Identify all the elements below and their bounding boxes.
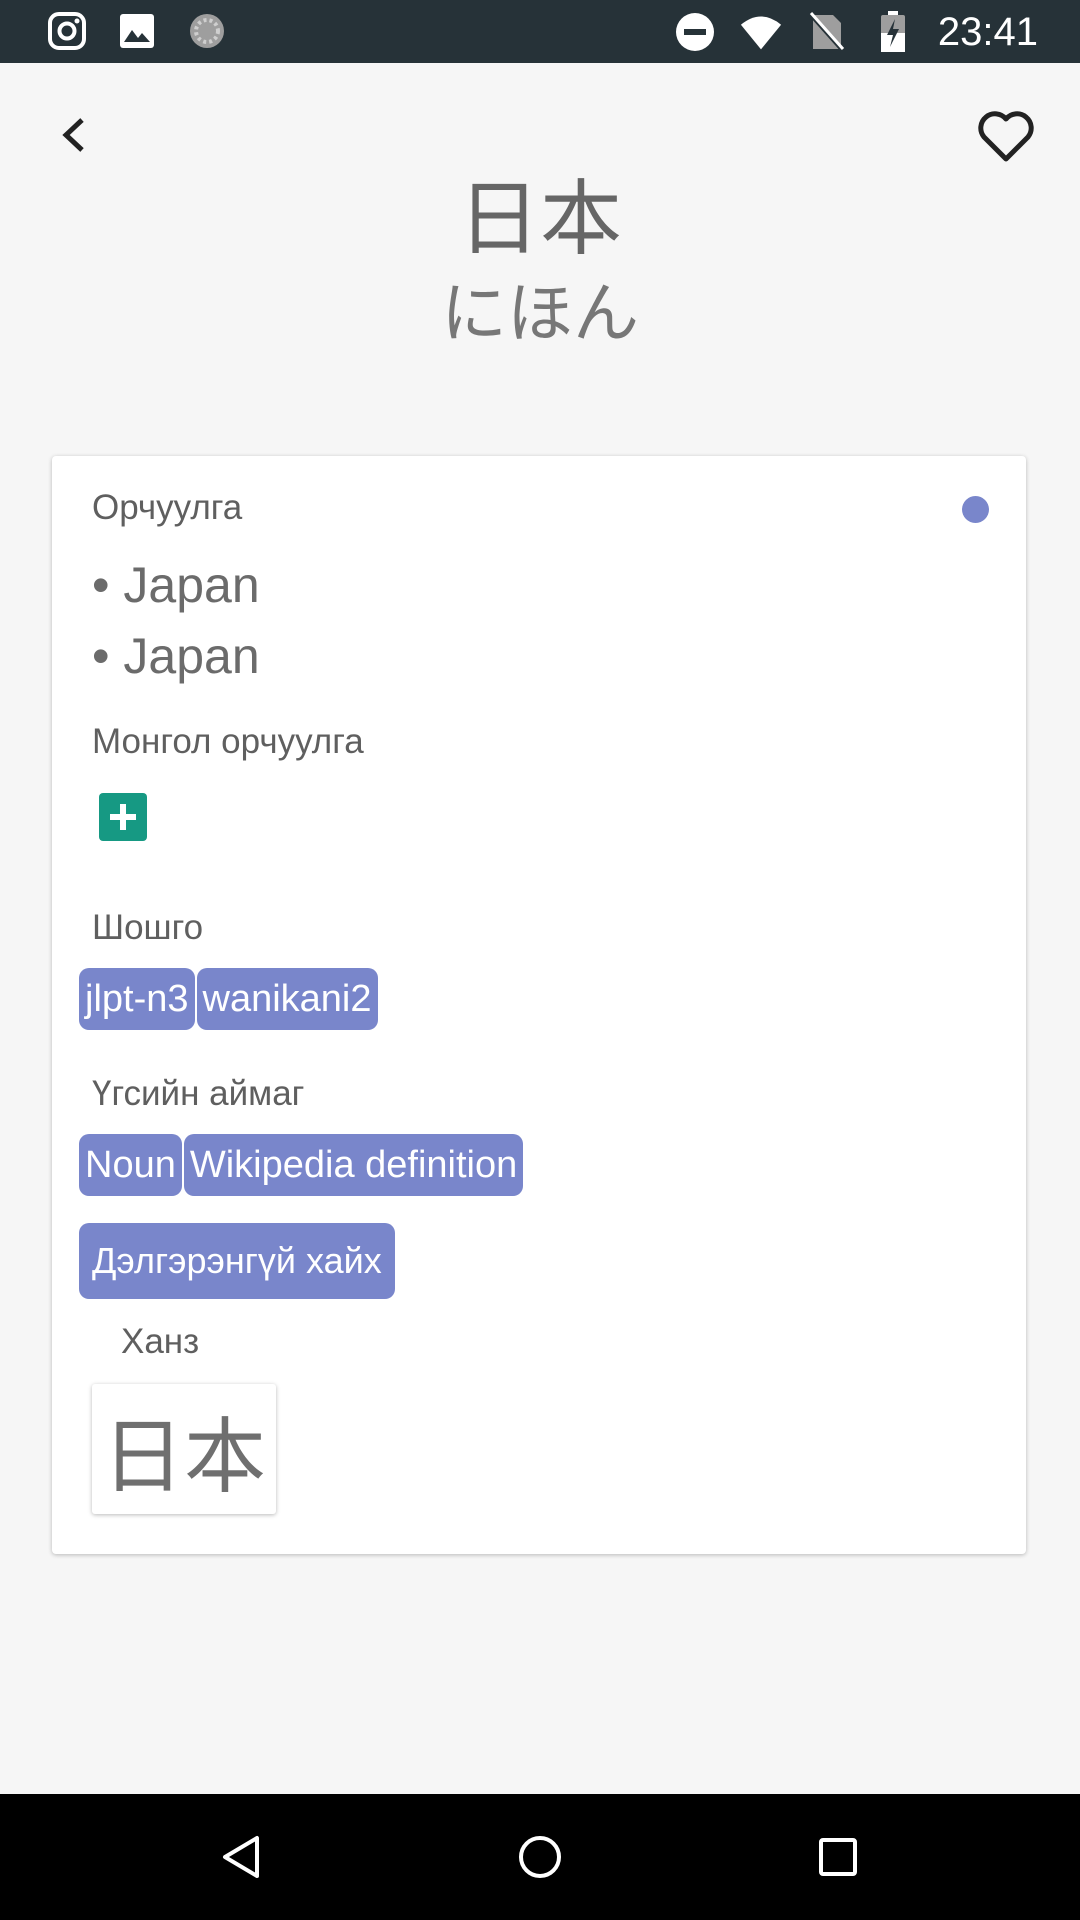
word-detail-card: Орчуулга • Japan • Japan Монгол орчуулга… [52,456,1026,1554]
circle-home-icon [519,1836,561,1878]
part-of-speech-list: Noun Wikipedia definition [79,1134,524,1196]
detailed-search-button[interactable]: Дэлгэрэнгүй хайх [79,1223,395,1299]
add-translation-button[interactable] [99,793,147,841]
meaning-item: • Japan [92,628,260,684]
nav-recents-button[interactable] [805,1824,871,1890]
plus-icon [110,804,136,830]
instagram-icon [46,10,88,52]
kanji-tile[interactable]: 日本 [92,1384,276,1514]
part-of-speech-label: Үгсийн аймаг [92,1074,305,1113]
mongolian-translation-label: Монгол орчуулга [92,722,364,761]
status-bar: 23:41 [0,0,1080,63]
status-dot [962,496,989,523]
no-sim-icon [806,11,848,53]
heart-icon [978,111,1034,162]
image-icon [116,10,158,52]
word-reading: にほん [441,275,639,352]
pos-chip[interactable]: Wikipedia definition [183,1134,524,1196]
word-title: 日本 [457,172,622,267]
do-not-disturb-icon [674,11,716,53]
back-button[interactable] [52,112,98,158]
pos-chip[interactable]: Noun [79,1134,182,1196]
nav-back-button[interactable] [208,1824,274,1890]
translation-label: Орчуулга [92,488,243,527]
kanji-label: Ханз [121,1322,200,1361]
tag-list: jlpt-n3 wanikani2 [79,968,378,1030]
nav-home-button[interactable] [507,1824,573,1890]
battery-charging-icon [872,11,914,53]
wifi-icon [740,11,782,53]
meaning-item: • Japan [92,557,260,613]
tags-label: Шошго [92,908,204,947]
clock: 23:41 [937,10,1038,54]
tag-chip[interactable]: wanikani2 [196,968,378,1030]
square-recents-icon [819,1838,857,1876]
chevron-left-icon [62,118,84,152]
tag-chip[interactable]: jlpt-n3 [79,968,195,1030]
loading-icon [186,10,228,52]
navigation-bar [0,1794,1080,1920]
triangle-back-icon [223,1836,259,1878]
favorite-button[interactable] [978,110,1034,164]
